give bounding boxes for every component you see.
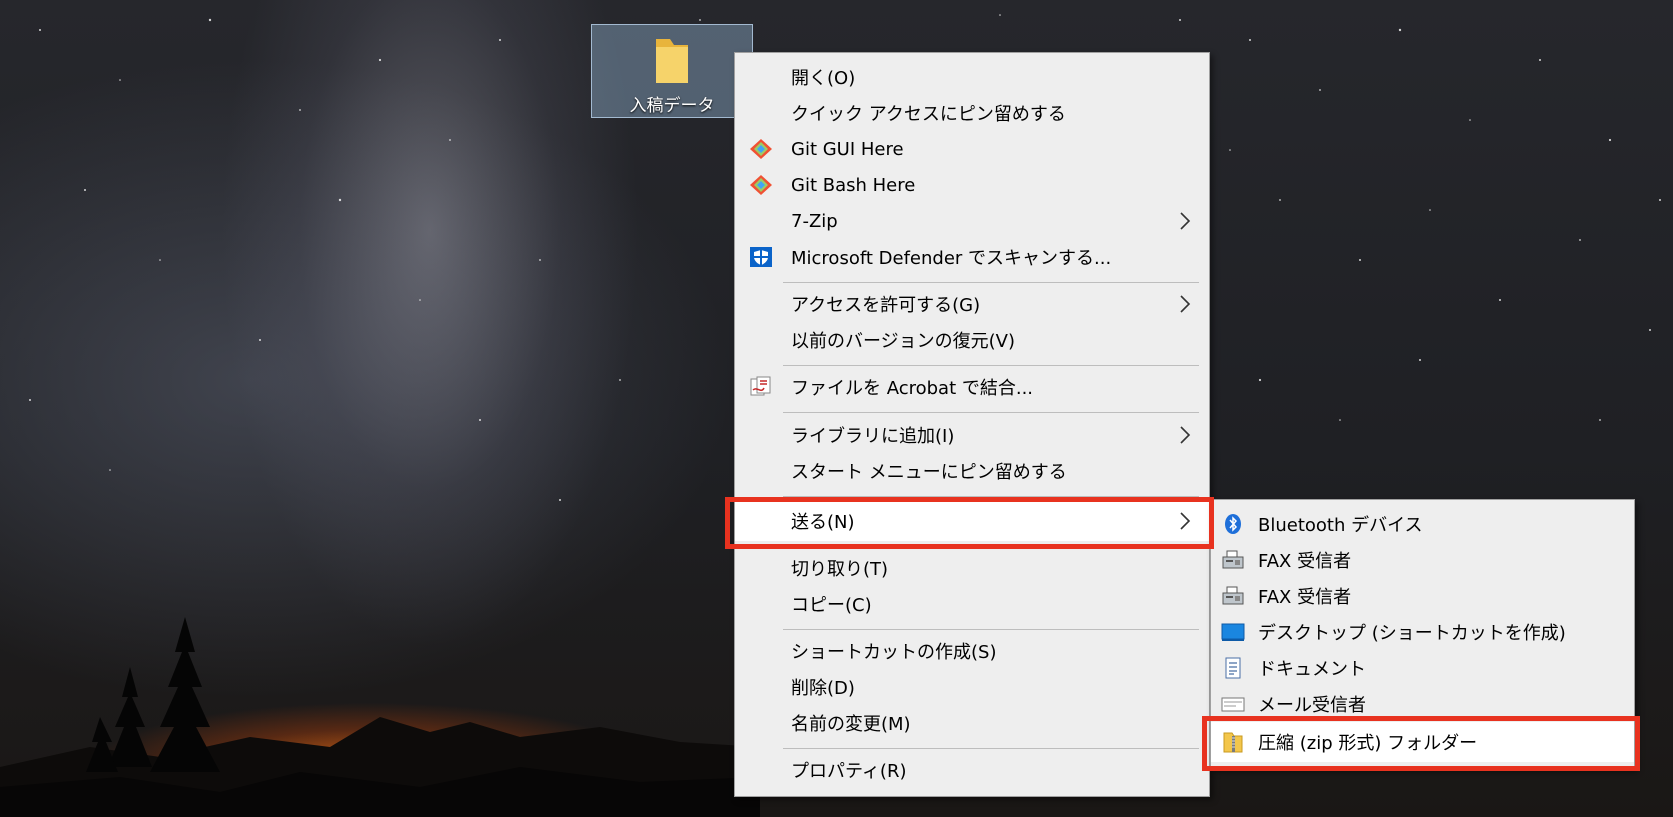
menu-separator <box>783 282 1199 283</box>
menu-item-label: 開く(O) <box>791 68 856 89</box>
menu-item-pin-quick-access[interactable]: クイック アクセスにピン留めする <box>735 95 1209 131</box>
defender-shield-icon <box>750 247 772 267</box>
menu-item-label: コピー(C) <box>791 595 872 616</box>
submenu-item-fax-1[interactable]: FAX 受信者 <box>1211 542 1634 578</box>
menu-item-label: Git Bash Here <box>791 174 916 196</box>
menu-item-git-gui[interactable]: Git GUI Here <box>735 131 1209 167</box>
menu-item-7zip[interactable]: 7-Zip <box>735 203 1209 239</box>
document-icon <box>1225 657 1241 679</box>
menu-item-label: スタート メニューにピン留めする <box>791 462 1067 483</box>
menu-item-label: 名前の変更(M) <box>791 714 911 735</box>
desktop-icon <box>1221 623 1245 641</box>
folder-label: 入稿データ <box>629 96 715 116</box>
menu-item-delete[interactable]: 削除(D) <box>735 669 1209 705</box>
menu-separator <box>783 365 1199 366</box>
submenu-item-label: Bluetooth デバイス <box>1258 515 1423 536</box>
submenu-item-fax-2[interactable]: FAX 受信者 <box>1211 578 1634 614</box>
submenu-item-label: ドキュメント <box>1258 659 1366 680</box>
menu-separator <box>783 629 1199 630</box>
menu-item-add-to-library[interactable]: ライブラリに追加(I) <box>735 417 1209 453</box>
menu-item-rename[interactable]: 名前の変更(M) <box>735 705 1209 741</box>
submenu-item-label: FAX 受信者 <box>1258 587 1352 608</box>
chevron-right-icon <box>1180 212 1191 230</box>
folder-icon <box>656 39 688 83</box>
fax-icon <box>1222 550 1244 569</box>
menu-item-label: クイック アクセスにピン留めする <box>791 104 1066 125</box>
menu-item-send-to[interactable]: 送る(N) <box>735 501 1209 541</box>
fax-icon <box>1222 586 1244 605</box>
menu-item-properties[interactable]: プロパティ(R) <box>735 752 1209 788</box>
menu-item-label: プロパティ(R) <box>791 761 907 782</box>
menu-item-cut[interactable]: 切り取り(T) <box>735 550 1209 586</box>
submenu-item-label: FAX 受信者 <box>1258 551 1352 572</box>
desktop-folder-item[interactable]: 入稿データ <box>591 24 753 118</box>
menu-item-copy[interactable]: コピー(C) <box>735 586 1209 622</box>
bluetooth-icon <box>1225 514 1241 534</box>
menu-item-label: ライブラリに追加(I) <box>791 426 955 447</box>
submenu-item-desktop[interactable]: デスクトップ (ショートカットを作成) <box>1211 614 1634 650</box>
menu-item-label: 切り取り(T) <box>791 559 889 580</box>
chevron-right-icon <box>1180 295 1191 313</box>
submenu-item-bluetooth[interactable]: Bluetooth デバイス <box>1211 506 1634 542</box>
chevron-right-icon <box>1180 426 1191 444</box>
send-to-submenu: Bluetooth デバイス FAX 受信者 FAX 受信者 デスクトップ (シ… <box>1210 499 1635 769</box>
menu-item-create-shortcut[interactable]: ショートカットの作成(S) <box>735 633 1209 669</box>
menu-item-label: 送る(N) <box>791 512 855 533</box>
chevron-right-icon <box>1180 512 1191 530</box>
menu-item-pin-start[interactable]: スタート メニューにピン留めする <box>735 453 1209 489</box>
menu-item-label: Microsoft Defender でスキャンする... <box>791 248 1112 269</box>
menu-separator <box>783 748 1199 749</box>
menu-separator <box>783 496 1199 497</box>
submenu-item-label: 圧縮 (zip 形式) フォルダー <box>1258 733 1478 754</box>
menu-item-label: 削除(D) <box>791 678 855 699</box>
menu-item-label: 以前のバージョンの復元(V) <box>791 331 1015 352</box>
submenu-item-zip-folder[interactable]: 圧縮 (zip 形式) フォルダー <box>1211 722 1634 762</box>
menu-item-defender-scan[interactable]: Microsoft Defender でスキャンする... <box>735 239 1209 275</box>
menu-item-restore-versions[interactable]: 以前のバージョンの復元(V) <box>735 322 1209 358</box>
menu-item-open[interactable]: 開く(O) <box>735 59 1209 95</box>
submenu-item-label: デスクトップ (ショートカットを作成) <box>1258 623 1566 644</box>
zip-folder-icon <box>1223 732 1243 753</box>
menu-separator <box>783 546 1199 547</box>
mail-icon <box>1221 697 1245 712</box>
menu-item-label: 7-Zip <box>791 210 838 232</box>
menu-item-label: Git GUI Here <box>791 138 904 160</box>
menu-item-label: アクセスを許可する(G) <box>791 295 981 316</box>
menu-item-git-bash[interactable]: Git Bash Here <box>735 167 1209 203</box>
submenu-item-label: メール受信者 <box>1258 695 1366 716</box>
menu-item-acrobat-combine[interactable]: ファイルを Acrobat で結合... <box>735 369 1209 405</box>
context-menu: 開く(O) クイック アクセスにピン留めする Git GUI Here Git … <box>734 52 1210 797</box>
menu-item-label: ショートカットの作成(S) <box>791 642 997 663</box>
menu-item-grant-access[interactable]: アクセスを許可する(G) <box>735 286 1209 322</box>
submenu-item-mail[interactable]: メール受信者 <box>1211 686 1634 722</box>
menu-item-label: ファイルを Acrobat で結合... <box>791 378 1034 399</box>
submenu-item-documents[interactable]: ドキュメント <box>1211 650 1634 686</box>
git-icon <box>750 139 772 159</box>
acrobat-icon <box>750 376 771 396</box>
menu-separator <box>783 412 1199 413</box>
git-icon <box>750 175 772 195</box>
